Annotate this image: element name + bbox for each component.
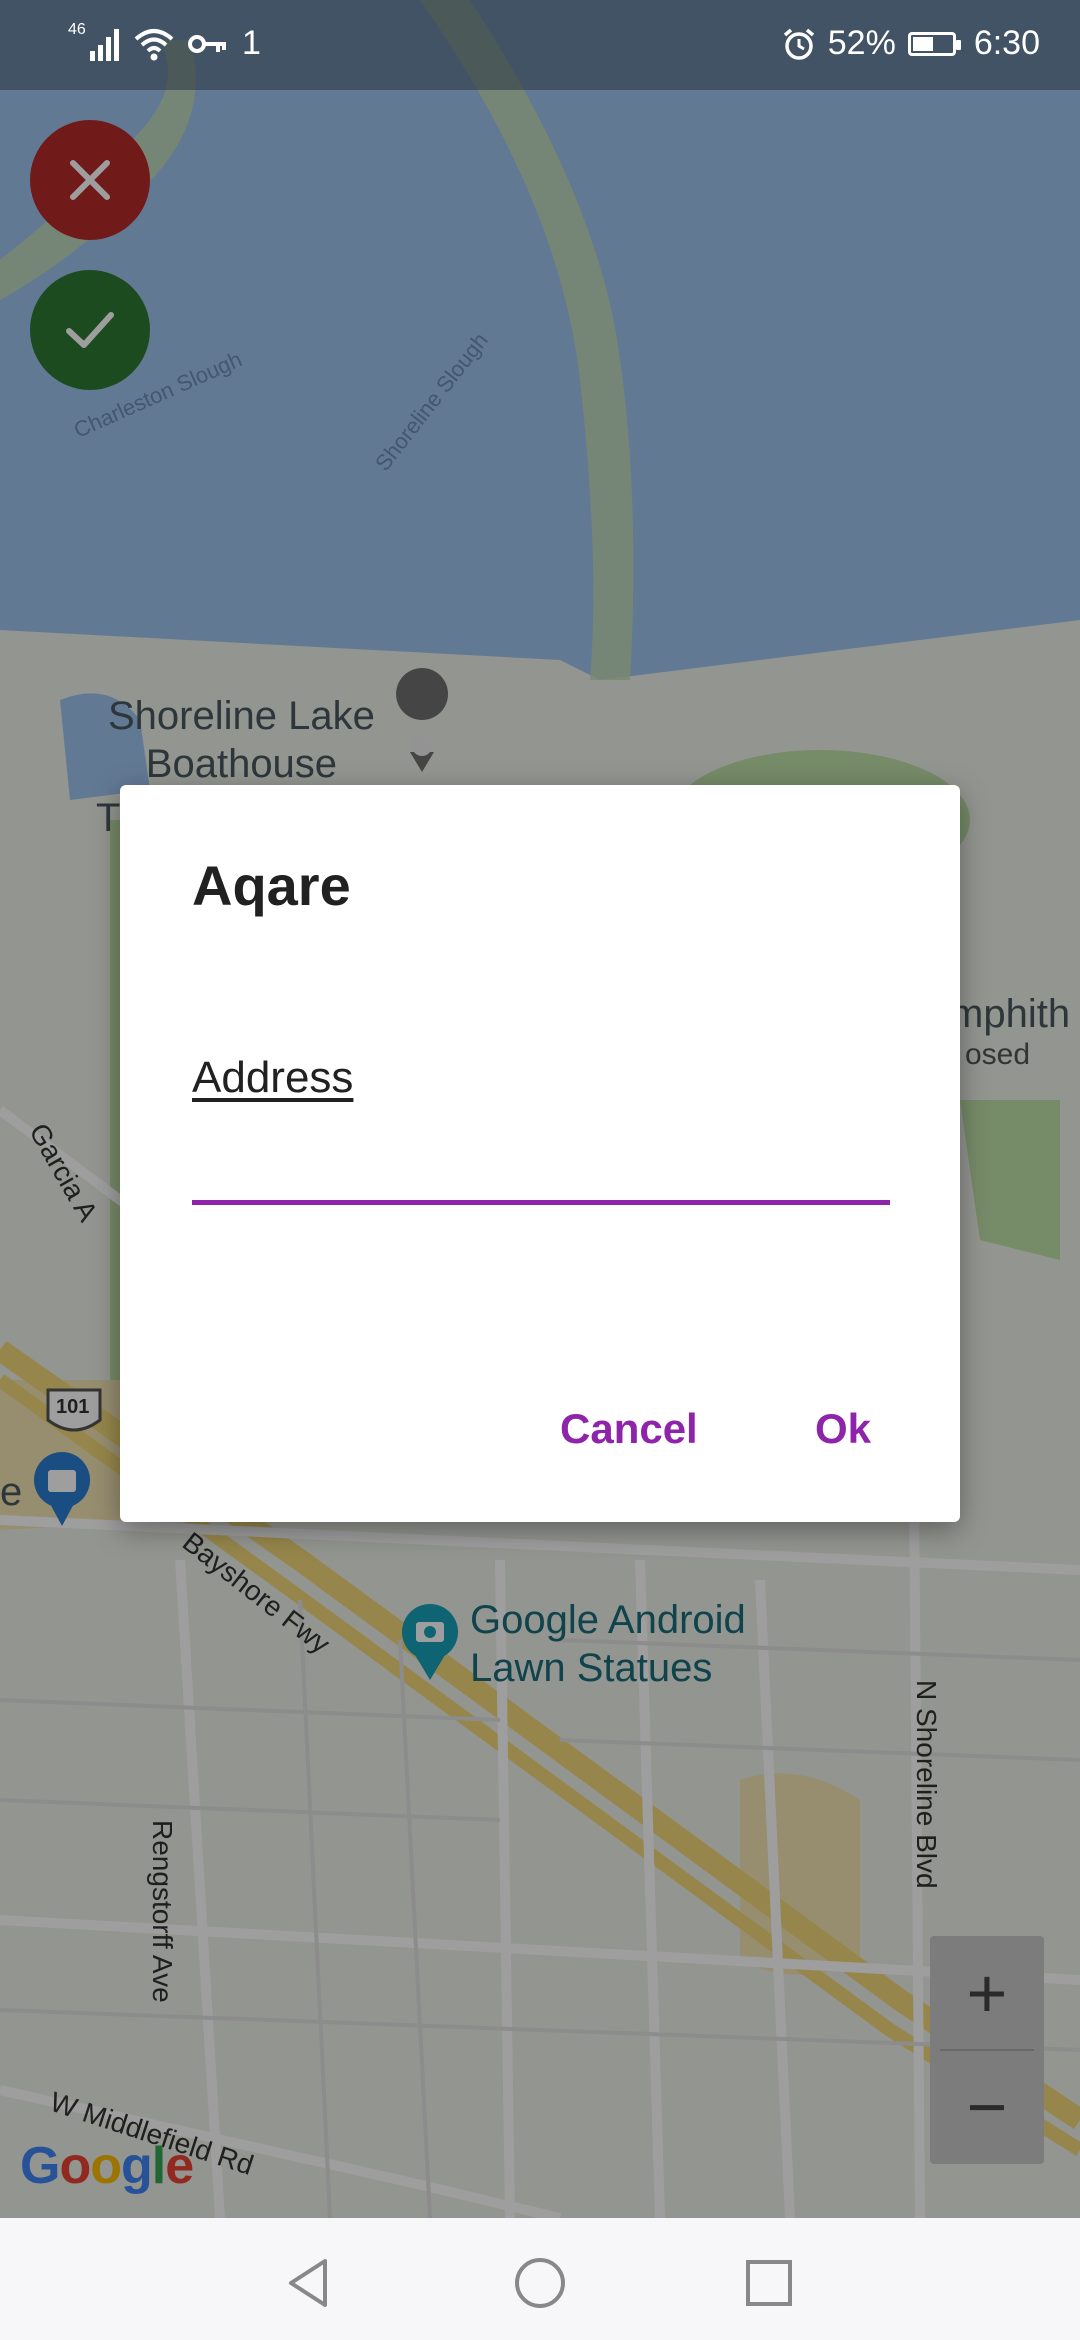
home-button[interactable] xyxy=(505,2248,575,2318)
address-input[interactable] xyxy=(192,1115,890,1205)
address-dialog: Aqare Address Cancel Ok xyxy=(120,785,960,1522)
status-bar: 46 1 52% 6:30 xyxy=(0,0,1080,90)
battery-icon xyxy=(907,31,961,56)
battery-percent: 52% xyxy=(827,24,896,62)
signal-icon: 46 xyxy=(68,21,120,61)
recents-square-icon xyxy=(746,2260,792,2306)
navigation-bar xyxy=(0,2218,1080,2340)
clock-time: 6:30 xyxy=(973,24,1040,62)
network-type: 46 xyxy=(68,20,86,38)
recents-button[interactable] xyxy=(734,2248,804,2318)
back-button[interactable] xyxy=(274,2248,344,2318)
alarm-icon xyxy=(783,28,814,60)
ok-button[interactable]: Ok xyxy=(815,1405,871,1453)
vpn-key-icon xyxy=(188,34,226,53)
home-circle-icon xyxy=(515,2258,565,2308)
back-triangle-icon xyxy=(289,2259,327,2307)
sim-indicator: 1 xyxy=(242,24,261,62)
address-label: Address xyxy=(192,1053,354,1102)
cancel-button[interactable]: Cancel xyxy=(560,1405,698,1453)
dialog-title: Aqare xyxy=(192,854,351,917)
wifi-icon xyxy=(134,28,174,60)
